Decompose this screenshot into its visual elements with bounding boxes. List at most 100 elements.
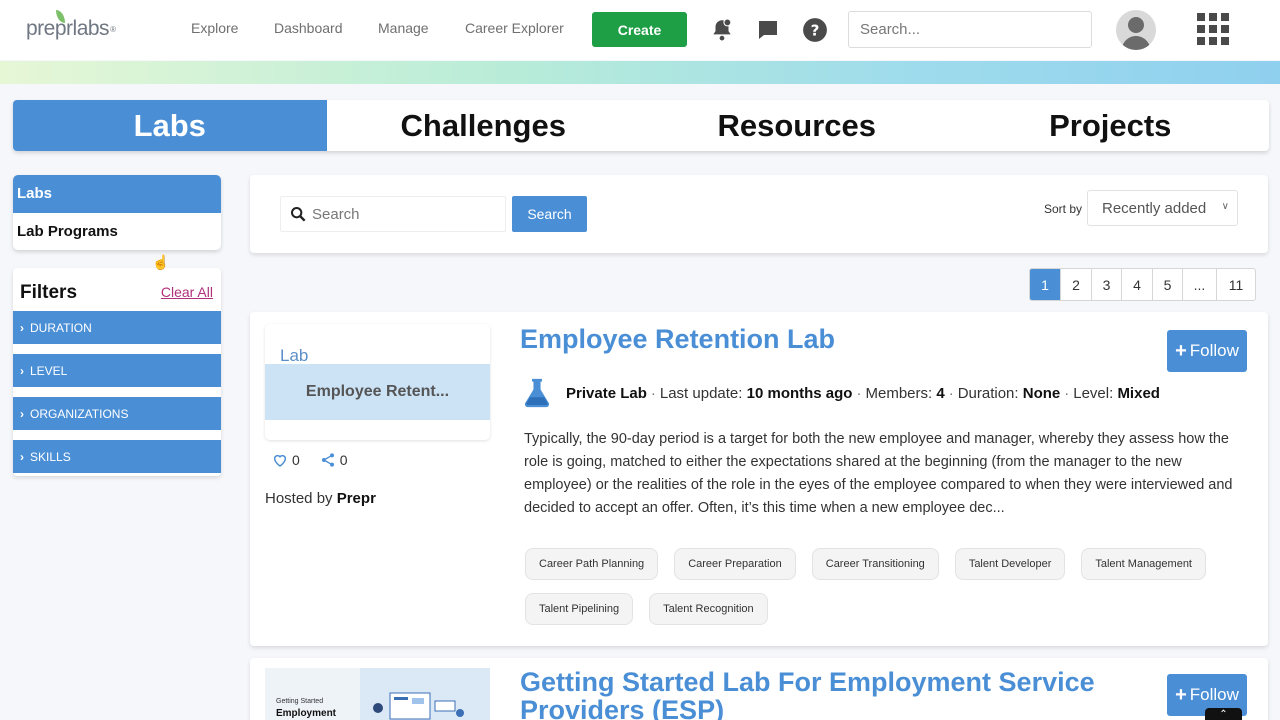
plus-icon: +: [1175, 339, 1187, 362]
level-value: Mixed: [1117, 384, 1160, 402]
filter-label: ORGANIZATIONS: [30, 406, 129, 421]
main-tabs: Labs Challenges Resources Projects: [13, 100, 1269, 151]
lab-thumbnail[interactable]: Lab Employee Retent...: [265, 324, 490, 440]
skill-tag[interactable]: Talent Pipelining: [525, 593, 634, 625]
lab-description: Typically, the 90-day period is a target…: [524, 431, 1233, 516]
heart-icon[interactable]: [272, 452, 288, 468]
illustration-image: [373, 692, 464, 720]
sidebar-item-lab-programs[interactable]: Lab Programs: [13, 213, 221, 251]
page-ellipsis: ...: [1183, 269, 1217, 300]
hosted-prefix: Hosted by: [265, 490, 333, 507]
clear-all-link[interactable]: Clear All: [161, 284, 213, 300]
lab-card: Lab Employee Retent... 0 0 Hosted by Pre…: [250, 312, 1268, 646]
lab-meta: Private Lab · Last update: 10 months ago…: [520, 376, 1160, 410]
chevron-right-icon: ›: [20, 406, 24, 421]
skill-tag[interactable]: Talent Management: [1081, 548, 1206, 580]
hosted-by: Hosted by Prepr: [265, 490, 376, 507]
plus-icon: +: [1175, 683, 1187, 706]
help-icon[interactable]: ?: [801, 16, 829, 44]
skill-tag[interactable]: Talent Recognition: [649, 593, 768, 625]
page-11[interactable]: 11: [1217, 269, 1255, 300]
tab-resources[interactable]: Resources: [640, 100, 954, 151]
chevron-up-icon: ⌃: [1219, 709, 1228, 720]
members-label: Members:: [865, 384, 933, 402]
filter-skills[interactable]: › SKILLS: [13, 440, 221, 473]
skill-tags: Career Path Planning Career Preparation …: [525, 548, 1225, 625]
notification-bell-icon[interactable]: [708, 16, 736, 44]
filter-label: LEVEL: [30, 363, 68, 378]
level-label: Level:: [1073, 384, 1114, 402]
lab-search-field[interactable]: [280, 196, 506, 232]
follow-label: Follow: [1189, 685, 1239, 704]
chevron-right-icon: ›: [20, 449, 24, 464]
follow-button[interactable]: + Follow: [1167, 330, 1247, 372]
privacy-label: Private Lab: [566, 384, 647, 402]
page-5[interactable]: 5: [1153, 269, 1183, 300]
sidebar-item-labs[interactable]: Labs: [13, 175, 221, 213]
host-name[interactable]: Prepr: [337, 490, 376, 507]
flask-icon: [524, 378, 550, 408]
lab-card: Getting Started Employment Getting Start…: [250, 658, 1268, 720]
reactions: 0 0: [272, 452, 368, 468]
lab-title[interactable]: Getting Started Lab For Employment Servi…: [520, 668, 1150, 720]
filter-duration[interactable]: › DURATION: [13, 311, 221, 344]
thumbnail-line-2: Employment: [276, 708, 337, 719]
sidebar-menu: Labs Lab Programs: [13, 175, 221, 250]
filters-panel: Filters Clear All › DURATION › LEVEL › ORGA…: [13, 268, 221, 476]
tab-labs[interactable]: Labs: [13, 100, 327, 151]
duration-value: None: [1022, 384, 1061, 402]
svg-text:?: ?: [811, 21, 820, 39]
chevron-down-icon: ∨: [1221, 201, 1229, 212]
sort-select[interactable]: Recently added ∨: [1087, 190, 1238, 226]
skill-tag[interactable]: Career Path Planning: [525, 548, 659, 580]
lab-search-bar: Search Sort by Recently added ∨: [250, 175, 1268, 253]
lab-title[interactable]: Employee Retention Lab: [520, 324, 835, 355]
sort-value: Recently added: [1102, 199, 1207, 217]
top-navbar: preprlabs ® Explore Dashboard Manage Care…: [0, 0, 1280, 60]
nav-dashboard[interactable]: Dashboard: [274, 20, 343, 36]
lab-thumbnail[interactable]: Getting Started Employment: [265, 668, 490, 720]
global-search-input[interactable]: [848, 11, 1092, 48]
filters-title: Filters: [20, 282, 78, 303]
thumbnail-title: Employee Retent...: [265, 364, 490, 420]
page-4[interactable]: 4: [1122, 269, 1153, 300]
filter-label: SKILLS: [30, 449, 71, 464]
thumbnail-type: Lab: [280, 346, 309, 365]
gradient-banner: [0, 61, 1280, 84]
last-update-label: Last update:: [659, 384, 743, 402]
skill-tag[interactable]: Talent Developer: [954, 548, 1066, 580]
scroll-to-top-button[interactable]: ⌃: [1205, 708, 1242, 720]
sort-label: Sort by: [1044, 202, 1083, 216]
duration-label: Duration:: [957, 384, 1019, 402]
page-3[interactable]: 3: [1092, 269, 1122, 300]
logo-text: preprlabs: [26, 17, 110, 40]
page-1[interactable]: 1: [1030, 269, 1061, 300]
page-2[interactable]: 2: [1061, 269, 1092, 300]
skill-tag[interactable]: Career Preparation: [674, 548, 796, 580]
search-icon: [291, 207, 306, 222]
last-update-value: 10 months ago: [746, 384, 853, 402]
message-icon[interactable]: [754, 16, 782, 44]
tab-projects[interactable]: Projects: [954, 100, 1268, 151]
filter-level[interactable]: › LEVEL: [13, 354, 221, 387]
tab-challenges[interactable]: Challenges: [327, 100, 641, 151]
preprlabs-logo[interactable]: preprlabs ®: [26, 10, 116, 46]
thumbnail-line-1: Getting Started: [276, 698, 324, 705]
nav-explore[interactable]: Explore: [191, 20, 238, 36]
filter-organizations[interactable]: › ORGANIZATIONS: [13, 397, 221, 430]
nav-manage[interactable]: Manage: [378, 20, 429, 36]
registered-mark: ®: [110, 24, 116, 34]
user-avatar[interactable]: [1116, 10, 1156, 50]
share-count: 0: [339, 452, 348, 468]
nav-career-explorer[interactable]: Career Explorer: [465, 20, 564, 36]
search-button[interactable]: Search: [512, 196, 587, 232]
pagination: 1 2 3 4 5 ... 11: [1029, 268, 1256, 301]
chevron-right-icon: ›: [20, 363, 24, 378]
apps-grid-icon[interactable]: [1197, 13, 1229, 45]
create-button[interactable]: Create: [592, 12, 687, 47]
skill-tag[interactable]: Career Transitioning: [811, 548, 939, 580]
hand-cursor-icon: ☝: [152, 254, 170, 270]
lab-search-input[interactable]: [312, 205, 492, 223]
filter-label: DURATION: [30, 320, 92, 335]
share-icon[interactable]: [320, 452, 336, 468]
